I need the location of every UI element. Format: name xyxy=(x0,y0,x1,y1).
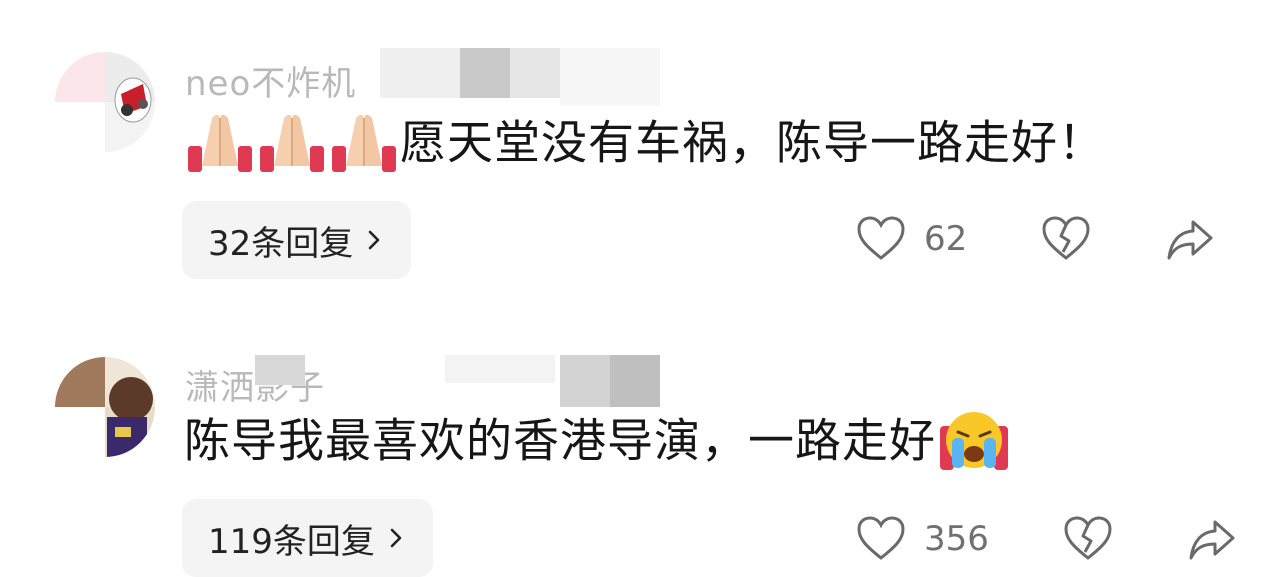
comment-text-row: 愿天堂没有车祸，陈导一路走好！ xyxy=(184,112,1105,180)
avatar[interactable] xyxy=(55,357,155,457)
replies-label: 119条回复 xyxy=(208,521,375,562)
folded-hands-icon xyxy=(332,114,396,172)
redacted-mosaic xyxy=(255,355,665,410)
folded-hands-icon xyxy=(188,114,252,172)
heart-icon[interactable] xyxy=(856,214,906,264)
username[interactable]: neo不炸机 xyxy=(185,56,356,105)
comment-item: 潇洒影子 陈导我最喜欢的香港导演，一路走好 119条回复 356 xyxy=(0,300,1280,577)
view-replies-button[interactable]: 32条回复 xyxy=(182,201,412,279)
comment-text: 陈导我最喜欢的香港导演，一路走好 xyxy=(184,413,936,468)
share-icon[interactable] xyxy=(1165,214,1215,264)
comment-item: neo不炸机 愿天堂没有车祸，陈导一路走好！ 32条回复 62 xyxy=(0,0,1280,300)
comment-actions: 62 xyxy=(856,214,1215,264)
folded-hands-icon xyxy=(260,114,324,172)
comment-text: 愿天堂没有车祸，陈导一路走好！ xyxy=(400,115,1105,170)
chevron-right-icon xyxy=(390,528,402,548)
share-icon[interactable] xyxy=(1187,514,1237,564)
loudly-crying-face-icon xyxy=(940,412,1008,470)
comment-text-row: 陈导我最喜欢的香港导演，一路走好 xyxy=(184,410,1012,478)
redacted-mosaic xyxy=(380,48,670,108)
avatar[interactable] xyxy=(55,52,155,152)
like-count: 62 xyxy=(924,219,968,259)
comment-actions: 356 xyxy=(856,514,1237,564)
replies-label: 32条回复 xyxy=(208,223,354,264)
like-count: 356 xyxy=(924,519,989,559)
broken-heart-icon[interactable] xyxy=(1063,514,1113,564)
heart-icon[interactable] xyxy=(856,514,906,564)
broken-heart-icon[interactable] xyxy=(1041,214,1091,264)
chevron-right-icon xyxy=(368,230,380,250)
view-replies-button[interactable]: 119条回复 xyxy=(182,499,433,577)
